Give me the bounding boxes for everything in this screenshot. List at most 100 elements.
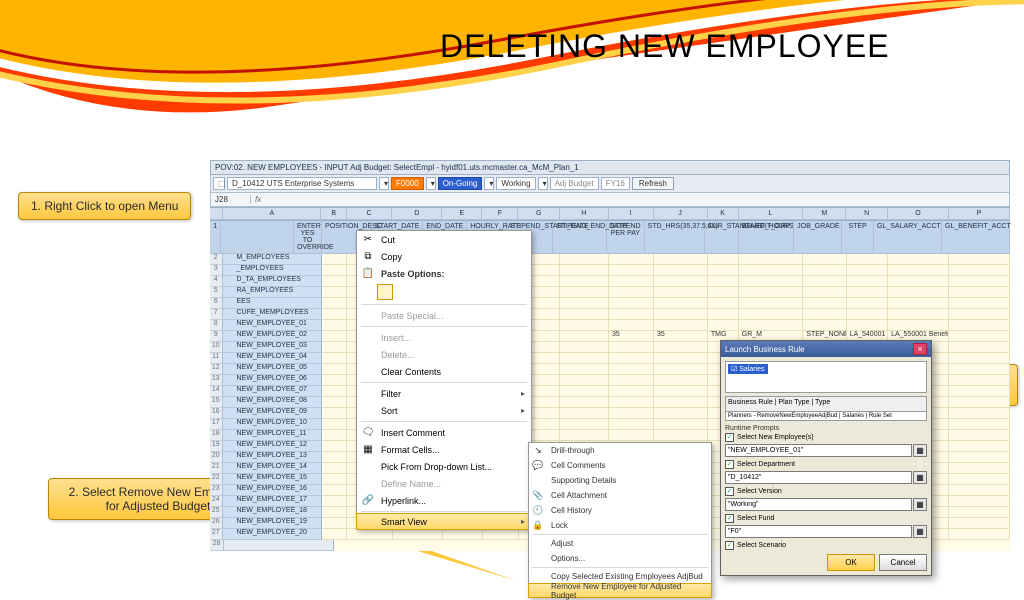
cell[interactable]: [654, 375, 708, 386]
sub-drill[interactable]: ↘Drill-through: [529, 443, 711, 458]
cell[interactable]: [560, 430, 609, 441]
cell[interactable]: [560, 364, 609, 375]
cell[interactable]: [560, 353, 609, 364]
cell[interactable]: [322, 386, 348, 397]
sub-hist[interactable]: 🕘Cell History: [529, 503, 711, 518]
cell[interactable]: [949, 265, 1010, 276]
cell[interactable]: [739, 287, 804, 298]
view-dropdown-icon[interactable]: ▾: [538, 177, 548, 190]
cell[interactable]: [322, 287, 348, 298]
tab-selected[interactable]: ☑ Salaries: [728, 364, 768, 374]
cell[interactable]: [322, 254, 348, 265]
cell[interactable]: [560, 254, 609, 265]
table-row[interactable]: 6EES: [210, 298, 1010, 309]
cell[interactable]: [803, 265, 846, 276]
col-letter[interactable]: K: [708, 208, 739, 220]
cell[interactable]: [654, 419, 708, 430]
cell[interactable]: [803, 276, 846, 287]
cell[interactable]: [708, 265, 739, 276]
status-selector[interactable]: On-Going: [438, 177, 483, 190]
ctx-pick-list[interactable]: Pick From Drop-down List...: [357, 458, 531, 475]
cell[interactable]: [847, 298, 889, 309]
picker-icon[interactable]: ▦: [913, 525, 927, 538]
fund-selector[interactable]: F0000: [391, 177, 424, 190]
cell[interactable]: [949, 408, 1010, 419]
sub-supdet[interactable]: Supporting Details: [529, 473, 711, 488]
cell[interactable]: [949, 430, 1010, 441]
cell[interactable]: [347, 529, 392, 540]
cell[interactable]: [739, 298, 804, 309]
cell[interactable]: [739, 276, 804, 287]
cell[interactable]: [609, 265, 654, 276]
col-letter[interactable]: A: [223, 208, 321, 220]
ctx-format-cells[interactable]: ▦Format Cells...: [357, 441, 531, 458]
cell[interactable]: [847, 265, 889, 276]
ctx-insert-comment[interactable]: 🗨Insert Comment: [357, 424, 531, 441]
cell[interactable]: [322, 496, 348, 507]
cell[interactable]: [654, 408, 708, 419]
col-letter[interactable]: D: [392, 208, 442, 220]
sub-lock[interactable]: 🔒Lock: [529, 518, 711, 533]
cell[interactable]: [708, 298, 739, 309]
cell[interactable]: [322, 276, 348, 287]
cell[interactable]: [654, 430, 708, 441]
cell[interactable]: [949, 507, 1010, 518]
cell[interactable]: [609, 386, 654, 397]
cell[interactable]: [888, 276, 949, 287]
cell[interactable]: [609, 298, 654, 309]
cell[interactable]: [322, 529, 348, 540]
cell[interactable]: [654, 386, 708, 397]
cell[interactable]: [322, 419, 348, 430]
cell[interactable]: [949, 485, 1010, 496]
cell[interactable]: [949, 397, 1010, 408]
cell[interactable]: [654, 320, 708, 331]
cell[interactable]: [560, 265, 609, 276]
col-letter[interactable]: H: [560, 208, 609, 220]
cell[interactable]: [322, 452, 348, 463]
cell[interactable]: [949, 386, 1010, 397]
cell[interactable]: [322, 518, 348, 529]
cell[interactable]: [560, 408, 609, 419]
cell[interactable]: [949, 518, 1010, 529]
ctx-clear[interactable]: Clear Contents: [357, 363, 531, 380]
cell[interactable]: [322, 364, 348, 375]
col-letter[interactable]: I: [609, 208, 654, 220]
cell[interactable]: [847, 287, 889, 298]
dept-dropdown-icon[interactable]: ▾: [379, 177, 389, 190]
col-letter[interactable]: M: [803, 208, 846, 220]
sub-cellcom[interactable]: 💬Cell Comments: [529, 458, 711, 473]
cell[interactable]: [609, 320, 654, 331]
col-letter[interactable]: P: [949, 208, 1010, 220]
checkbox-icon[interactable]: ✓: [725, 460, 734, 469]
col-letter[interactable]: N: [846, 208, 888, 220]
cell[interactable]: [322, 474, 348, 485]
cell[interactable]: [322, 430, 348, 441]
cell[interactable]: [847, 320, 889, 331]
cell[interactable]: [949, 309, 1010, 320]
cell[interactable]: [888, 309, 949, 320]
rules-row[interactable]: Planners - RemoveNewEmployeeAdjBud | Sal…: [725, 412, 927, 421]
ok-button[interactable]: OK: [827, 554, 875, 571]
refresh-button[interactable]: Refresh: [632, 177, 674, 190]
col-letter[interactable]: L: [739, 208, 804, 220]
checkbox-icon[interactable]: ✓: [725, 433, 734, 442]
cell[interactable]: [322, 320, 348, 331]
cell[interactable]: [708, 309, 739, 320]
col-letter[interactable]: E: [442, 208, 482, 220]
col-letter[interactable]: B: [321, 208, 347, 220]
cell[interactable]: [393, 529, 443, 540]
cell[interactable]: [888, 298, 949, 309]
cell[interactable]: [322, 463, 348, 474]
cell[interactable]: [609, 364, 654, 375]
cell[interactable]: [322, 342, 348, 353]
cell[interactable]: [803, 298, 846, 309]
cell[interactable]: [654, 254, 708, 265]
cell[interactable]: [609, 287, 654, 298]
cell[interactable]: [803, 287, 846, 298]
cell[interactable]: [803, 254, 846, 265]
cell[interactable]: [560, 375, 609, 386]
picker-icon[interactable]: ▦: [913, 498, 927, 511]
cell[interactable]: [560, 419, 609, 430]
checkbox-icon[interactable]: ✓: [725, 514, 734, 523]
cell[interactable]: [949, 298, 1010, 309]
